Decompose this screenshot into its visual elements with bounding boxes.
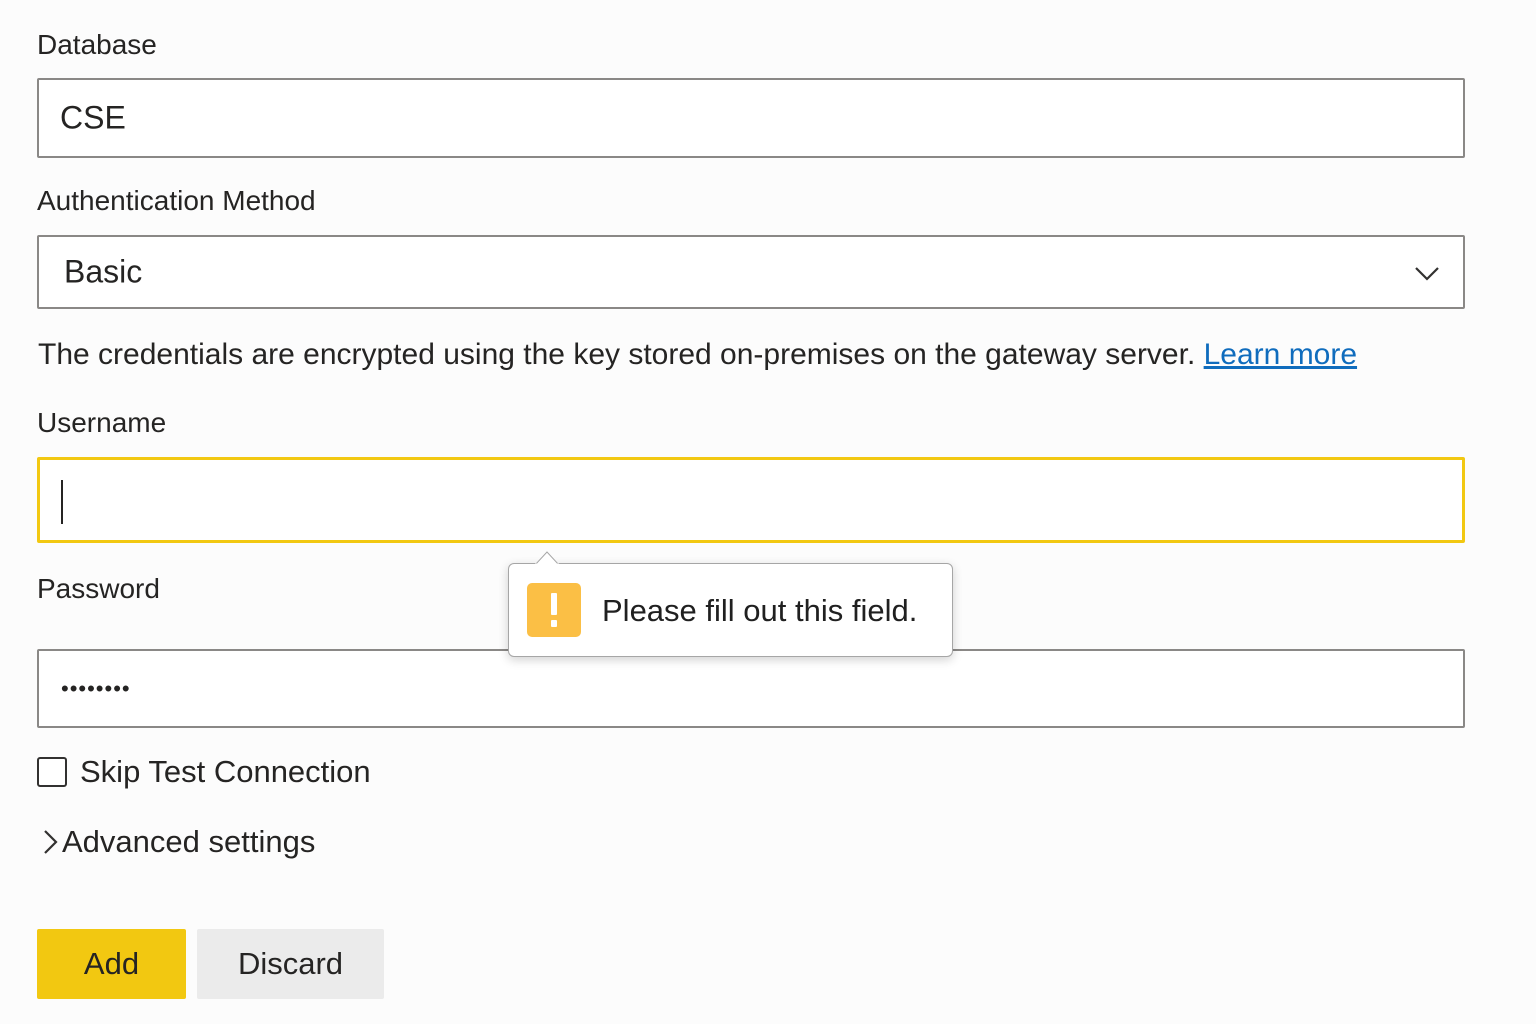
database-value: CSE bbox=[60, 99, 126, 136]
database-input[interactable]: CSE bbox=[37, 78, 1465, 158]
chevron-down-icon bbox=[1415, 267, 1439, 281]
username-input[interactable] bbox=[37, 457, 1465, 543]
database-label: Database bbox=[37, 29, 157, 60]
credentials-info: The credentials are encrypted using the … bbox=[38, 337, 1357, 373]
text-cursor bbox=[61, 480, 63, 524]
password-input[interactable]: •••••••• bbox=[37, 649, 1465, 728]
password-label: Password bbox=[37, 573, 160, 604]
auth-method-value: Basic bbox=[64, 253, 143, 290]
skip-test-connection-checkbox[interactable] bbox=[37, 757, 67, 787]
skip-test-connection-row[interactable]: Skip Test Connection bbox=[37, 754, 371, 790]
exclamation-warning-icon bbox=[527, 583, 581, 637]
auth-method-label: Authentication Method bbox=[37, 185, 316, 216]
credentials-info-text: The credentials are encrypted using the … bbox=[38, 338, 1204, 371]
password-masked-value: •••••••• bbox=[61, 675, 131, 701]
add-button[interactable]: Add bbox=[37, 929, 186, 999]
advanced-settings-label: Advanced settings bbox=[62, 824, 316, 859]
auth-method-select[interactable]: Basic bbox=[37, 235, 1465, 309]
advanced-settings-toggle[interactable]: Advanced settings bbox=[40, 824, 315, 860]
data-source-form: Database CSE Authentication Method Basic… bbox=[0, 0, 1536, 1024]
learn-more-link[interactable]: Learn more bbox=[1204, 338, 1357, 371]
validation-message: Please fill out this field. bbox=[602, 593, 918, 628]
discard-button[interactable]: Discard bbox=[197, 929, 384, 999]
skip-test-connection-label[interactable]: Skip Test Connection bbox=[80, 754, 371, 790]
tooltip-arrow bbox=[535, 551, 559, 565]
username-label: Username bbox=[37, 407, 167, 438]
chevron-right-icon bbox=[44, 830, 58, 854]
validation-tooltip: Please fill out this field. bbox=[508, 551, 953, 657]
